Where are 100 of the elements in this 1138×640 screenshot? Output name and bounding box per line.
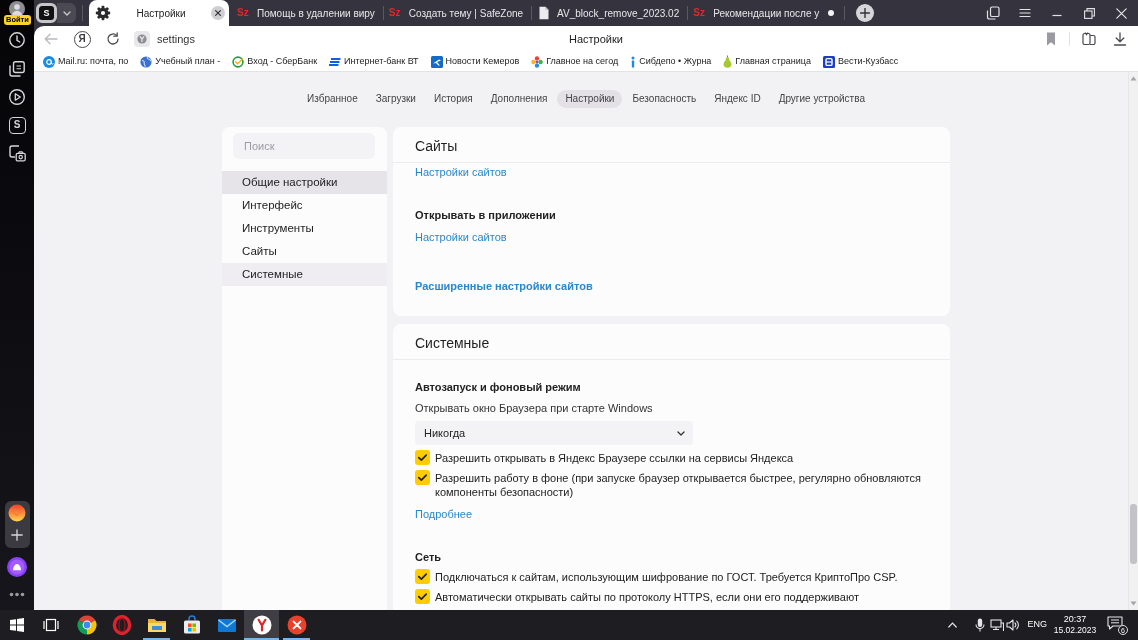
chevron-down-icon xyxy=(62,10,71,16)
square-logo-icon xyxy=(822,55,835,68)
subsection-heading: Открывать в приложении xyxy=(415,208,556,222)
checkbox[interactable] xyxy=(415,470,430,485)
microphone-icon[interactable] xyxy=(975,618,986,632)
scrollbar-thumb[interactable] xyxy=(1130,504,1137,564)
checkbox-label: Подключаться к сайтам, использующим шифрование по ГОСТ. Требуется КриптоПро CSP. xyxy=(435,570,898,584)
field-label: Открывать окно Браузера при старте Windows xyxy=(415,401,653,415)
app-circle-icon[interactable] xyxy=(8,504,26,522)
document-icon xyxy=(537,6,552,20)
pear-icon xyxy=(723,55,733,68)
close-icon[interactable] xyxy=(211,6,225,20)
nav-tab[interactable]: Другие устройства xyxy=(770,90,873,108)
voice-assistant-icon[interactable] xyxy=(7,557,27,577)
flower-icon xyxy=(531,55,544,68)
settings-link[interactable]: Подробнее xyxy=(415,507,473,521)
chevron-up-icon[interactable] xyxy=(948,622,958,628)
x-circle-icon[interactable] xyxy=(286,615,307,635)
nav-tab[interactable]: Настройки xyxy=(557,90,623,108)
restore-icon[interactable] xyxy=(1083,7,1095,19)
ring-logo-icon[interactable] xyxy=(111,615,132,635)
more-icon[interactable] xyxy=(9,592,25,597)
checkbox[interactable] xyxy=(415,569,430,584)
letter-tile-button[interactable]: S xyxy=(8,116,26,134)
menu-item[interactable]: Интерфейс xyxy=(222,194,387,217)
language-indicator[interactable]: ENG xyxy=(1027,618,1047,632)
nav-tab[interactable]: Избранное xyxy=(299,90,366,108)
search-field[interactable]: Поиск xyxy=(233,133,375,159)
menu-icon[interactable] xyxy=(1019,8,1031,18)
shopping-bag-icon[interactable] xyxy=(181,615,202,635)
settings-link[interactable]: Настройки сайтов xyxy=(415,165,507,179)
clock-icon[interactable] xyxy=(8,31,26,49)
envelope-icon[interactable] xyxy=(216,617,237,633)
section-title: Сайты xyxy=(415,137,458,156)
color-wheel-icon[interactable] xyxy=(76,615,97,635)
folder-icon[interactable] xyxy=(146,616,167,634)
play-icon[interactable] xyxy=(8,88,26,106)
gear-icon xyxy=(95,5,111,21)
settings-link[interactable]: Расширенные настройки сайтов xyxy=(415,279,593,293)
subsection-heading: Сеть xyxy=(415,550,442,564)
site-info-icon[interactable] xyxy=(134,31,150,47)
bookmark-link[interactable]: Главная страница xyxy=(723,54,811,69)
checkbox[interactable] xyxy=(415,450,430,465)
task-view-icon[interactable] xyxy=(43,618,59,632)
bookmark-link[interactable]: Новости Кемеров xyxy=(430,54,520,69)
bookmark-link[interactable]: Mail.ru: почта, по xyxy=(43,54,129,69)
y-logo-icon[interactable] xyxy=(251,615,272,635)
tab[interactable]: Sz Помощь в удалении виру xyxy=(232,0,383,26)
new-tab-button[interactable] xyxy=(856,4,875,22)
nav-tab[interactable]: Загрузки xyxy=(367,90,424,108)
bookmark-link[interactable]: Учебный план - xyxy=(140,54,221,69)
menu-item[interactable]: Системные xyxy=(222,263,387,286)
bookmark-link[interactable]: Сибдепо • Журна xyxy=(630,54,712,69)
bookmark-link[interactable]: Интернет-банк ВТ xyxy=(329,54,419,69)
workspace-button[interactable]: S xyxy=(36,3,57,23)
nav-tab[interactable]: История xyxy=(425,90,481,108)
tabs-icon[interactable] xyxy=(8,59,26,78)
menu-item[interactable]: Сайты xyxy=(222,240,387,263)
screenshot-icon[interactable] xyxy=(8,144,26,162)
nav-tab[interactable]: Безопасность xyxy=(624,90,705,108)
dropdown[interactable]: Никогда xyxy=(415,421,693,445)
subsection-heading: Автозапуск и фоновый режим xyxy=(415,380,581,394)
close-icon[interactable] xyxy=(1115,7,1127,19)
menu-item[interactable]: Общие настройки xyxy=(222,171,387,194)
page-title: Настройки xyxy=(569,31,623,47)
bookmark-link[interactable]: Главное на сегод xyxy=(531,54,619,69)
checkbox[interactable] xyxy=(415,589,430,604)
download-icon[interactable] xyxy=(1113,32,1127,46)
network-icon[interactable] xyxy=(990,618,1005,632)
nav-tab[interactable]: Дополнения xyxy=(482,90,556,108)
globe-icon xyxy=(140,55,153,68)
tab[interactable]: Настройки xyxy=(89,0,229,26)
checkbox-label: Разрешить открывать в Яндекс Браузере ссылки на сервисы Яндекса xyxy=(435,451,794,465)
bookmark-link[interactable]: Вести-Кузбасс xyxy=(822,54,899,69)
side-panel-icon[interactable] xyxy=(1081,31,1097,47)
start-menu-icon[interactable] xyxy=(9,618,24,632)
section-title: Системные xyxy=(415,334,490,353)
site-logo: Sz xyxy=(388,8,402,18)
plus-icon[interactable] xyxy=(11,529,23,541)
workspace-menu-button[interactable] xyxy=(57,3,76,23)
site-logo: Sz xyxy=(237,8,250,18)
news-tile-icon xyxy=(430,55,443,68)
settings-link[interactable]: Настройки сайтов xyxy=(415,230,507,244)
tab-list-icon[interactable] xyxy=(986,6,1000,20)
tab[interactable]: Sz Создать тему | SafeZone xyxy=(383,0,532,26)
bookmark-link[interactable]: Вход - СберБанк xyxy=(232,54,318,69)
url-text[interactable]: settings xyxy=(157,30,195,48)
reload-icon[interactable] xyxy=(106,32,120,46)
info-icon xyxy=(630,55,637,68)
plus-icon xyxy=(860,8,871,18)
nav-tab[interactable]: Яндекс ID xyxy=(706,90,769,108)
check-circle-icon xyxy=(232,55,245,68)
taskbar-clock[interactable]: 20:37 15.02.2023 xyxy=(1052,614,1098,636)
checkbox-label: Разрешить работу в фоне (при запуске браузер открывается быстрее, регулярно обновляются компоненты безопасности) xyxy=(435,471,922,499)
tab[interactable]: Sz Рекомендации после у xyxy=(688,0,843,26)
menu-item[interactable]: Инструменты xyxy=(222,217,387,240)
tab[interactable]: AV_block_remove_2023.02 xyxy=(532,0,688,26)
taskbar-button[interactable] xyxy=(244,610,279,640)
notification-icon[interactable] xyxy=(1107,616,1123,630)
volume-icon[interactable] xyxy=(1006,618,1021,632)
